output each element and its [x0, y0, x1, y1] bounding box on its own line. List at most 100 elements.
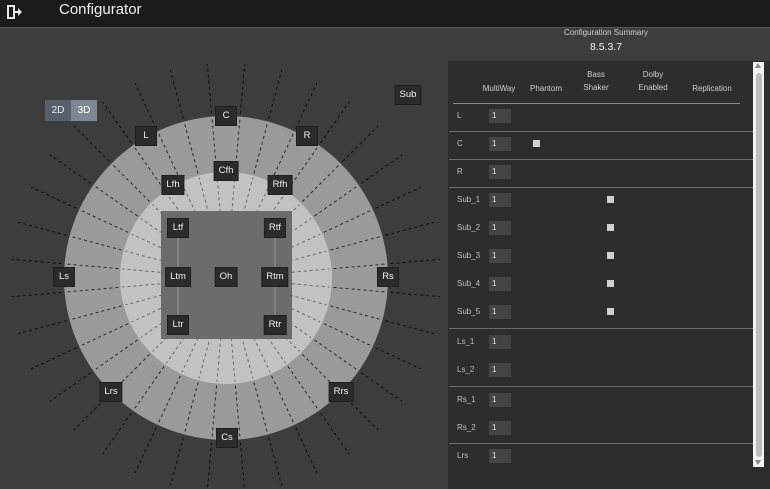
guide-line: [169, 437, 184, 486]
speaker-rfh[interactable]: Rfh: [268, 176, 292, 194]
row-label: C: [457, 139, 463, 148]
summary-title: Configuration Summary: [563, 28, 649, 37]
speaker-sub[interactable]: Sub: [395, 86, 421, 104]
row-label: Sub_3: [457, 251, 481, 260]
guide-line: [268, 70, 283, 119]
guide-line: [360, 372, 403, 402]
speaker-cs[interactable]: Cs: [217, 429, 237, 447]
multiway-input[interactable]: 1: [489, 363, 511, 377]
speaker-rtf[interactable]: Rtf: [264, 219, 286, 237]
speaker-rtm[interactable]: Rtm: [262, 268, 288, 286]
bass-shaker-checkbox[interactable]: [607, 196, 614, 203]
guide-line: [49, 372, 92, 402]
speaker-lrs[interactable]: Lrs: [100, 383, 122, 401]
multiway-input[interactable]: 1: [489, 193, 511, 207]
bass-shaker-checkbox[interactable]: [607, 308, 614, 315]
table-row: Sub_2 1: [449, 215, 753, 243]
multiway-input[interactable]: 1: [489, 449, 511, 463]
guide-line: [30, 347, 77, 370]
guide-line: [375, 347, 422, 370]
table-row: Ls_2 1: [449, 357, 753, 385]
exit-icon[interactable]: [6, 4, 22, 20]
guide-line: [102, 101, 132, 144]
speaker-ls[interactable]: Ls: [54, 268, 74, 286]
multiway-input[interactable]: 1: [489, 421, 511, 435]
guide-line: [102, 412, 132, 455]
column-header-multiway: MultiWay: [482, 84, 516, 93]
guide-line: [207, 442, 213, 489]
guide-line: [206, 63, 213, 114]
guide-line: [385, 320, 434, 335]
guide-line: [49, 154, 92, 184]
multiway-input[interactable]: 1: [489, 393, 511, 407]
table-row: Sub_3 1: [449, 243, 753, 271]
scroll-down-arrow-icon[interactable]: [755, 460, 761, 465]
row-label: L: [457, 111, 462, 120]
multiway-input[interactable]: 1: [489, 165, 511, 179]
guide-line: [375, 186, 422, 209]
speaker-layout-canvas: 2D 3D: [0, 28, 448, 489]
guide-line: [320, 101, 350, 144]
guide-line: [320, 412, 350, 455]
scroll-up-arrow-icon[interactable]: [755, 63, 761, 68]
speaker-rs[interactable]: Rs: [378, 268, 398, 286]
row-label: Sub_1: [457, 195, 481, 204]
speaker-r[interactable]: R: [297, 127, 317, 145]
guide-line: [295, 82, 318, 129]
table-row: Rs_2 1: [449, 415, 753, 443]
guide-line: [295, 427, 318, 474]
speaker-oh[interactable]: Oh: [215, 268, 237, 286]
table-row: L 1: [449, 103, 753, 131]
row-label: Sub_2: [457, 223, 481, 232]
multiway-input[interactable]: 1: [489, 221, 511, 235]
column-header-replication: Replication: [692, 84, 732, 93]
speaker-ltr[interactable]: Ltr: [168, 316, 188, 334]
multiway-input[interactable]: 1: [489, 109, 511, 123]
row-label: Ls_1: [457, 337, 475, 346]
guide-line: [239, 63, 246, 114]
column-header-dolby-enabled: Dolby Enabled: [638, 70, 668, 92]
table-row: C 1: [449, 131, 753, 159]
table-row: Sub_5 1: [449, 299, 753, 327]
scrollbar-thumb[interactable]: [756, 73, 762, 457]
guide-line: [18, 221, 67, 236]
speaker-ltm[interactable]: Ltm: [166, 268, 190, 286]
guide-line: [134, 82, 157, 129]
phantom-checkbox[interactable]: [533, 140, 540, 147]
speaker-l[interactable]: L: [136, 127, 156, 145]
row-label: Sub_4: [457, 279, 481, 288]
row-label: Ls_2: [457, 365, 475, 374]
guide-line: [134, 427, 157, 474]
speaker-ltf[interactable]: Ltf: [168, 219, 188, 237]
multiway-input[interactable]: 1: [489, 137, 511, 151]
row-label: Sub_5: [457, 307, 481, 316]
speaker-lfh[interactable]: Lfh: [162, 176, 184, 194]
table-row: R 1: [449, 159, 753, 187]
summary-value: 8.5.3.7: [589, 41, 623, 53]
view-toggle: 2D 3D: [45, 100, 97, 121]
bass-shaker-checkbox[interactable]: [607, 224, 614, 231]
multiway-input[interactable]: 1: [489, 335, 511, 349]
table-row: Sub_1 1: [449, 187, 753, 215]
guide-line: [239, 442, 245, 489]
row-label: Rs_2: [457, 423, 476, 432]
guide-line: [268, 437, 283, 486]
speaker-cfh[interactable]: Cfh: [214, 162, 238, 180]
toggle-3d-button[interactable]: 3D: [71, 100, 97, 121]
guide-line: [169, 70, 184, 119]
bass-shaker-checkbox[interactable]: [607, 252, 614, 259]
multiway-input[interactable]: 1: [489, 249, 511, 263]
guide-line: [18, 320, 67, 335]
multiway-input[interactable]: 1: [489, 305, 511, 319]
guide-line: [385, 221, 434, 236]
table-row: Rs_1 1: [449, 387, 753, 415]
speaker-rtr[interactable]: Rtr: [264, 316, 286, 334]
guide-line: [342, 125, 379, 162]
app-title: Configurator: [59, 1, 142, 18]
speaker-rrs[interactable]: Rrs: [329, 383, 353, 401]
toggle-2d-button[interactable]: 2D: [45, 100, 71, 121]
speaker-c[interactable]: C: [216, 107, 236, 125]
bass-shaker-checkbox[interactable]: [607, 280, 614, 287]
multiway-input[interactable]: 1: [489, 277, 511, 291]
guide-line: [30, 186, 77, 209]
